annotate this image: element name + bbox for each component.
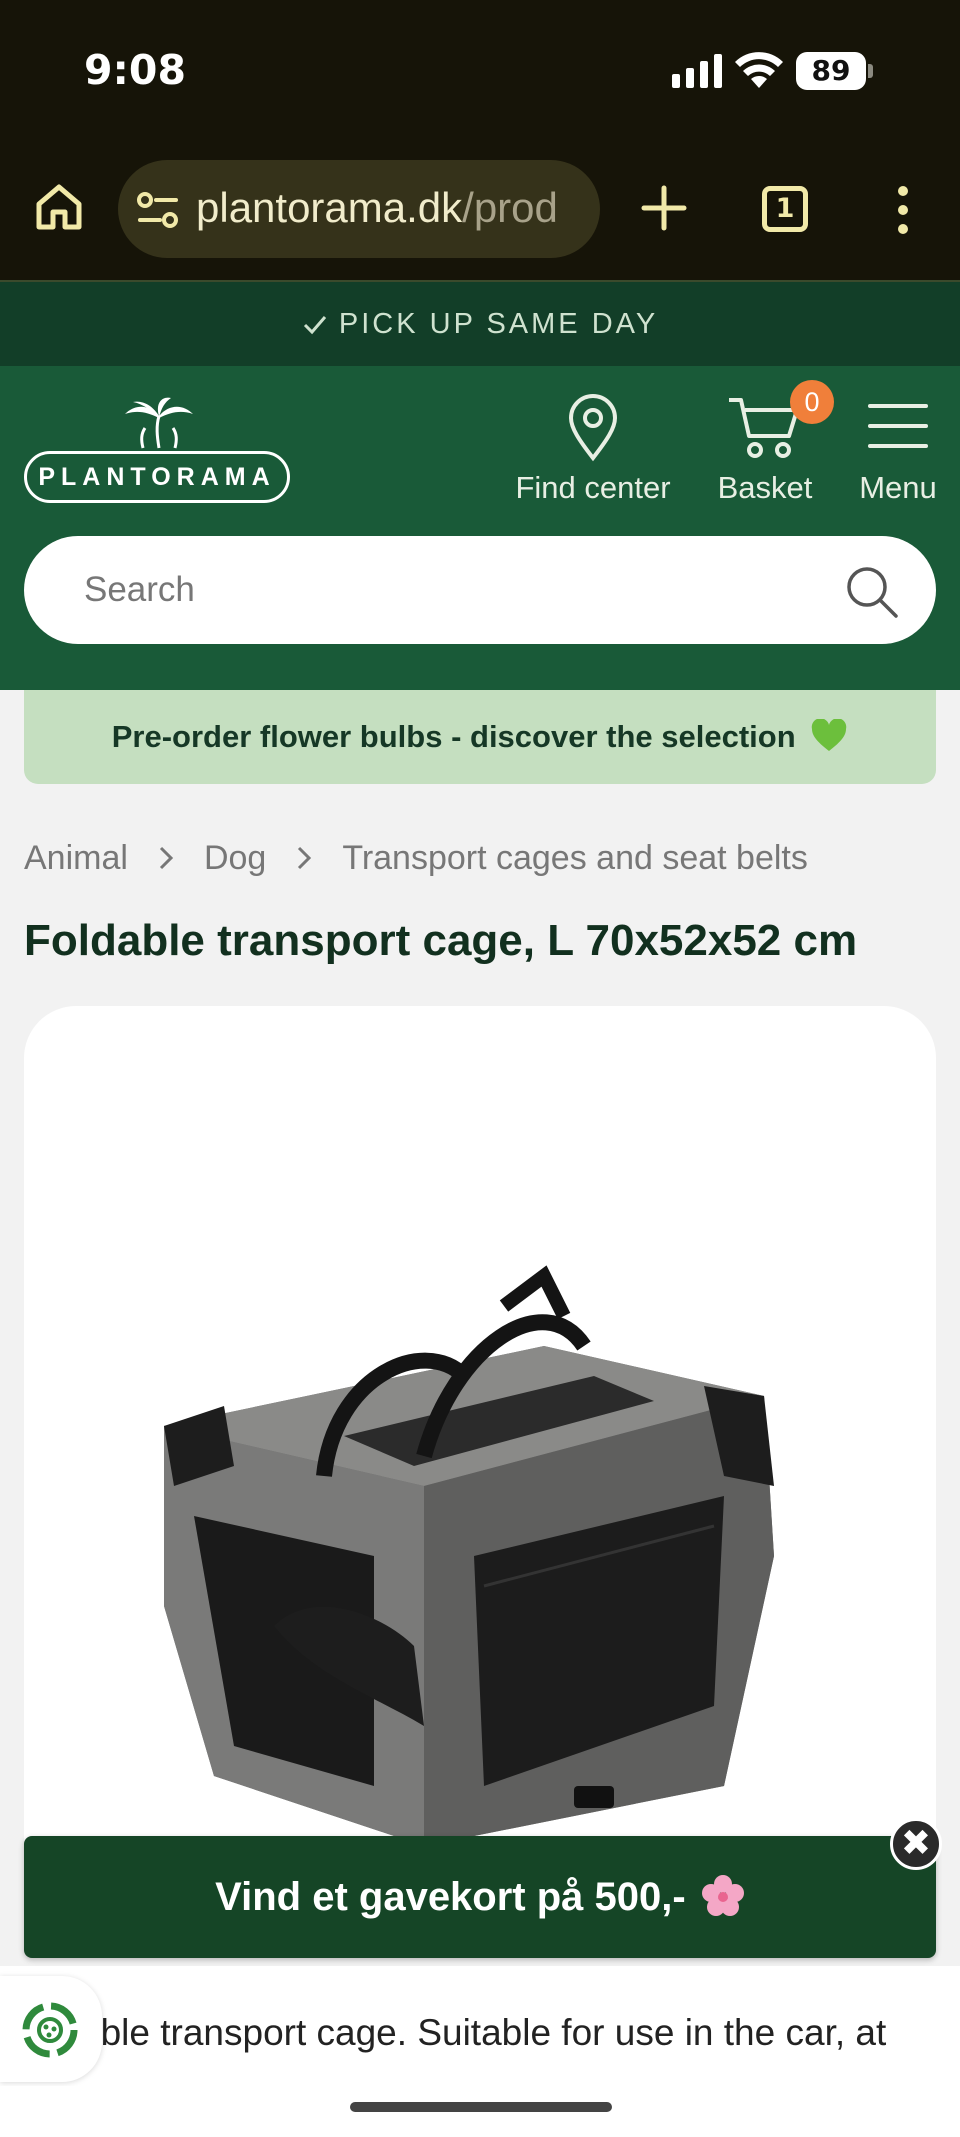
cherry-blossom-icon (701, 1875, 744, 1916)
product-title: Foldable transport cage, L 70x52x52 cm (24, 916, 858, 965)
product-description: able transport cage. Suitable for use in… (0, 1966, 960, 2086)
signal-icon (672, 52, 722, 88)
new-tab-icon[interactable] (640, 184, 688, 232)
pickup-banner-text: PICK UP SAME DAY (338, 308, 659, 340)
battery-level: 89 (796, 52, 866, 90)
product-image (164, 1265, 774, 1846)
recycle-icon (22, 2002, 78, 2058)
hamburger-menu-icon (868, 404, 928, 448)
check-icon (303, 316, 326, 335)
palm-logo-icon (125, 397, 193, 449)
chevron-right-icon (298, 846, 312, 870)
breadcrumb-item-animal[interactable]: Animal (24, 839, 128, 878)
breadcrumb-item-transport-cages[interactable]: Transport cages and seat belts (342, 839, 808, 878)
location-pin-icon (568, 394, 618, 462)
promo-banner[interactable]: Pre-order flower bulbs - discover the se… (24, 690, 936, 784)
site-settings-icon[interactable] (136, 190, 180, 230)
wifi-icon (735, 52, 783, 88)
home-indicator[interactable] (350, 2102, 612, 2112)
status-time: 9:08 (84, 46, 186, 94)
description-text: able transport cage. Suitable for use in… (80, 2012, 887, 2053)
browser-toolbar: plantorama.dk/prod 1 (0, 160, 960, 260)
plantorama-logo[interactable]: PLANTORAMA (24, 396, 292, 504)
green-heart-icon (812, 719, 847, 751)
chevron-right-icon (159, 846, 174, 870)
product-image-card[interactable] (24, 1006, 936, 1876)
more-icon[interactable] (888, 184, 918, 236)
site-header: PLANTORAMA Find center Basket 0 Menu (0, 366, 960, 690)
address-bar[interactable]: plantorama.dk/prod (118, 160, 600, 258)
gift-card-banner[interactable]: Vind et gavekort på 500,- (24, 1836, 936, 1958)
menu-button[interactable]: Menu (850, 392, 946, 506)
browser-chrome: 9:08 89 plantorama.dk/prod 1 (0, 0, 960, 280)
logo-text: PLANTORAMA (24, 451, 290, 503)
recycle-widget-button[interactable] (0, 1976, 102, 2082)
find-center-button[interactable]: Find center (512, 392, 674, 506)
promo-text: Pre-order flower bulbs - discover the se… (111, 719, 796, 754)
battery-icon: 89 (796, 52, 874, 90)
search-bar[interactable] (24, 536, 936, 644)
home-icon[interactable] (34, 182, 84, 232)
basket-count-badge: 0 (790, 380, 834, 424)
breadcrumb: Animal Dog Transport cages and seat belt… (24, 838, 808, 878)
breadcrumb-item-dog[interactable]: Dog (204, 839, 266, 878)
url-text: plantorama.dk/prod (196, 184, 558, 231)
tabs-icon[interactable]: 1 (762, 186, 808, 232)
find-center-label: Find center (515, 470, 671, 505)
search-input[interactable] (84, 560, 784, 620)
menu-label: Menu (859, 470, 937, 505)
gift-card-text: Vind et gavekort på 500,- (215, 1875, 686, 1919)
search-icon[interactable] (844, 564, 900, 620)
pickup-banner: PICK UP SAME DAY (0, 280, 960, 366)
close-banner-button[interactable]: ✖ (890, 1818, 942, 1870)
basket-label: Basket (717, 470, 813, 505)
